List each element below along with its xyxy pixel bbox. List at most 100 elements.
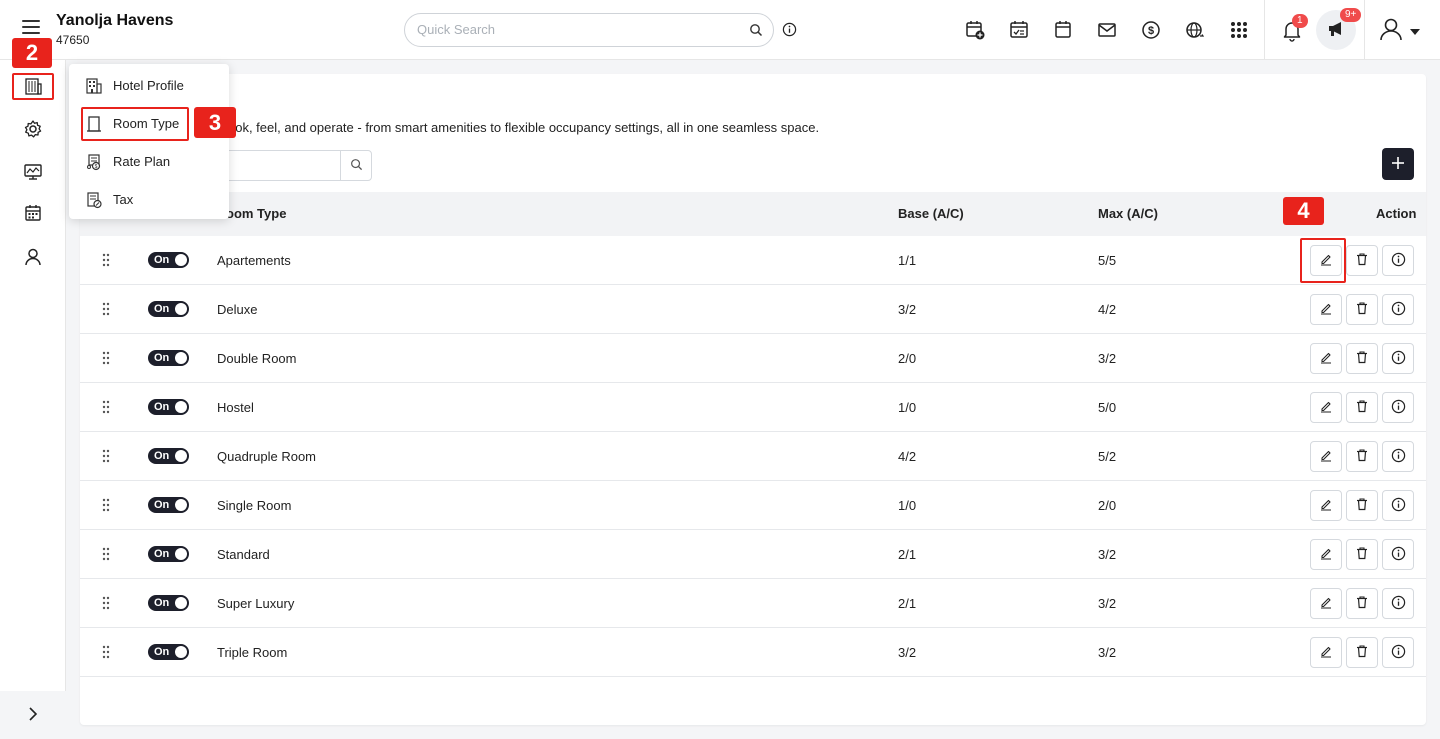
add-room-type-button[interactable] [1382,148,1414,180]
menu-item-tax[interactable]: Tax [69,180,229,218]
sidebar-item-calendar[interactable] [13,199,53,229]
toggle-label: On [154,254,170,266]
info-button[interactable] [1382,441,1414,472]
pencil-icon [1319,546,1333,563]
dollar-icon[interactable]: $ [1138,17,1164,43]
status-toggle[interactable]: On [148,497,189,513]
drag-handle-icon[interactable] [102,596,110,613]
status-toggle[interactable]: On [148,252,189,268]
base-occupancy: 4/2 [898,449,917,464]
room-type-name: Standard [217,547,270,562]
menu-item-rate-plan[interactable]: $ Rate Plan [69,142,229,180]
step-marker-2: 2 [12,38,52,68]
info-button[interactable] [1382,245,1414,276]
info-button[interactable] [1382,392,1414,423]
info-button[interactable] [1382,343,1414,374]
status-toggle[interactable]: On [148,644,189,660]
max-occupancy: 3/2 [1098,596,1117,611]
chevron-right-icon [28,706,38,724]
delete-button[interactable] [1346,441,1378,472]
delete-button[interactable] [1346,245,1378,276]
sidebar-item-user[interactable] [13,243,53,273]
user-menu[interactable] [1378,16,1420,45]
delete-button[interactable] [1346,637,1378,668]
top-bar: Yanolja Havens 47650 $ [0,0,1440,60]
info-button[interactable] [1382,539,1414,570]
edit-button[interactable] [1310,490,1342,521]
header-max: Max (A/C) [1098,206,1158,221]
toggle-label: On [154,597,170,609]
quick-search [404,13,774,47]
search-icon[interactable] [749,23,763,40]
header-base: Base (A/C) [898,206,964,221]
drag-handle-icon[interactable] [102,400,110,417]
quick-search-input[interactable] [417,22,737,37]
status-toggle[interactable]: On [148,448,189,464]
room-type-name: Super Luxury [217,596,295,611]
edit-button[interactable] [1310,637,1342,668]
globe-icon[interactable] [1182,17,1208,43]
hotel-name: Yanolja Havens [56,12,174,29]
highlight-box-room-type [81,107,189,141]
sidebar-expand-button[interactable] [0,691,66,739]
menu-icon[interactable] [22,20,40,34]
step-marker-4: 4 [1283,197,1324,225]
room-type-name: Single Room [217,498,292,513]
base-occupancy: 1/1 [898,253,917,268]
page-description: ook, feel, and operate - from smart amen… [228,120,820,135]
top-icon-bar: $ [962,17,1252,43]
drag-handle-icon[interactable] [102,351,110,368]
info-icon [1391,448,1406,466]
info-button[interactable] [1382,490,1414,521]
info-button[interactable] [1382,588,1414,619]
info-button[interactable] [1382,294,1414,325]
drag-handle-icon[interactable] [102,253,110,270]
status-toggle[interactable]: On [148,595,189,611]
calendar-check-icon[interactable] [1006,17,1032,43]
room-type-name: Hostel [217,400,254,415]
status-toggle[interactable]: On [148,546,189,562]
info-icon[interactable] [782,22,797,40]
calendar-grid-icon [23,203,43,226]
room-type-name: Triple Room [217,645,288,660]
edit-button[interactable] [1310,343,1342,374]
edit-button[interactable] [1310,392,1342,423]
delete-button[interactable] [1346,588,1378,619]
calendar-icon[interactable] [1050,17,1076,43]
edit-button[interactable] [1310,539,1342,570]
table-search-button[interactable] [340,151,371,180]
edit-button[interactable] [1310,588,1342,619]
max-occupancy: 3/2 [1098,351,1117,366]
delete-button[interactable] [1346,343,1378,374]
drag-handle-icon[interactable] [102,449,110,466]
delete-button[interactable] [1346,294,1378,325]
menu-item-hotel-profile[interactable]: Hotel Profile [69,66,229,104]
info-button[interactable] [1382,637,1414,668]
status-toggle[interactable]: On [148,350,189,366]
drag-handle-icon[interactable] [102,547,110,564]
sidebar-item-monitor[interactable] [13,158,53,188]
status-toggle[interactable]: On [148,399,189,415]
toggle-label: On [154,401,170,413]
delete-button[interactable] [1346,539,1378,570]
apps-grid-icon[interactable] [1226,17,1252,43]
delete-button[interactable] [1346,490,1378,521]
pencil-icon [1319,497,1333,514]
step-marker-3: 3 [194,107,236,138]
sidebar-item-settings[interactable] [13,115,53,145]
calendar-add-icon[interactable] [962,17,988,43]
info-icon [1391,546,1406,564]
announcement-badge: 9+ [1340,8,1362,22]
drag-handle-icon[interactable] [102,645,110,662]
info-icon [1391,595,1406,613]
mail-icon[interactable] [1094,17,1120,43]
drag-handle-icon[interactable] [102,302,110,319]
edit-button[interactable] [1310,294,1342,325]
delete-button[interactable] [1346,392,1378,423]
drag-handle-icon[interactable] [102,498,110,515]
status-toggle[interactable]: On [148,301,189,317]
edit-button[interactable] [1310,441,1342,472]
info-icon [1391,497,1406,515]
divider [1264,0,1265,60]
room-type-name: Apartements [217,253,291,268]
